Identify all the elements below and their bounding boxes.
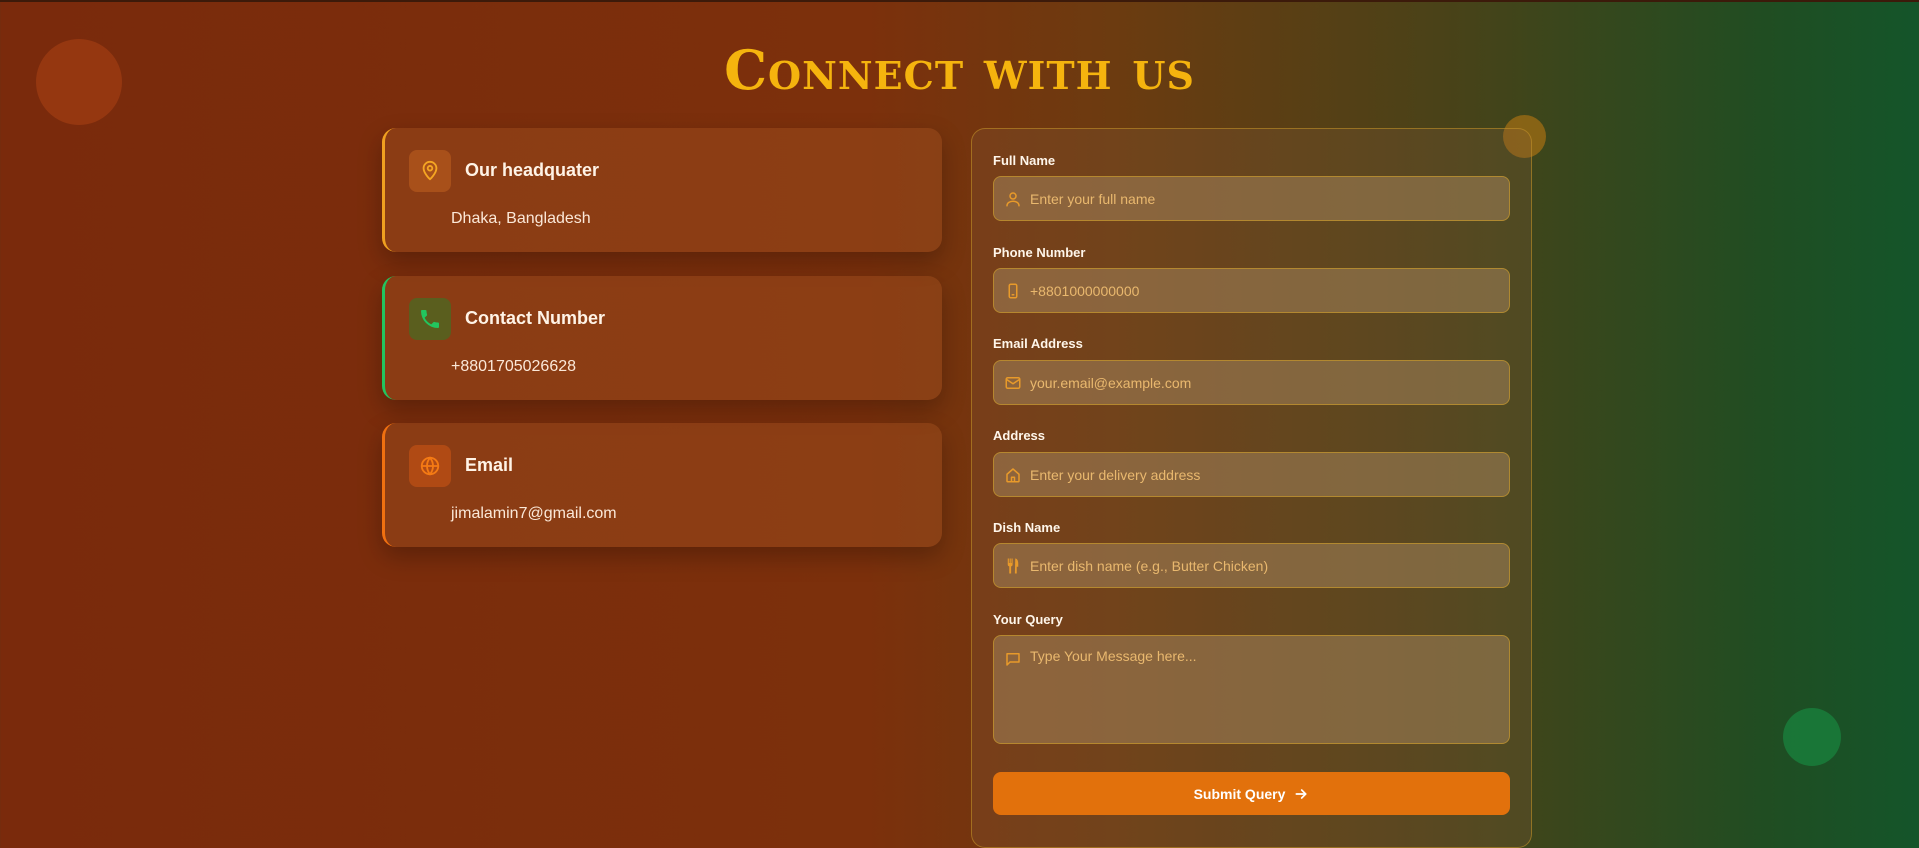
mail-icon [1005, 377, 1021, 389]
address-input[interactable] [1030, 453, 1499, 496]
email-label: Email Address [993, 336, 1083, 351]
contact-number-card: Contact Number +8801705026628 [382, 276, 942, 400]
phone-field[interactable] [993, 268, 1510, 313]
card-title: Contact Number [465, 308, 606, 328]
phone-label: Phone Number [993, 245, 1086, 260]
smartphone-icon [1008, 283, 1018, 299]
card-value: +8801705026628 [451, 358, 577, 375]
globe-icon [409, 445, 451, 487]
query-textarea[interactable] [1030, 648, 1499, 738]
utensils-icon [1007, 558, 1019, 574]
phone-input[interactable] [1030, 269, 1499, 312]
top-border [0, 0, 1919, 2]
query-field[interactable] [993, 635, 1510, 744]
address-field[interactable] [993, 452, 1510, 497]
dish-label: Dish Name [993, 520, 1061, 535]
card-value: jimalamin7@gmail.com [451, 505, 617, 522]
user-icon [1006, 192, 1020, 207]
submit-query-button[interactable]: Submit Query [993, 772, 1510, 815]
card-value: Dhaka, Bangladesh [451, 210, 591, 227]
message-icon [1006, 653, 1020, 666]
page-title: Connect with us [724, 38, 1195, 102]
decorative-circle [1783, 708, 1841, 766]
phone-icon [409, 298, 451, 340]
query-label: Your Query [993, 612, 1063, 627]
email-field[interactable] [993, 360, 1510, 405]
address-label: Address [993, 428, 1046, 443]
map-pin-icon [409, 150, 451, 192]
full-name-label: Full Name [993, 153, 1056, 168]
arrow-right-icon [1295, 788, 1307, 799]
card-title: Our headquater [465, 160, 600, 180]
full-name-field[interactable] [993, 176, 1510, 221]
full-name-input[interactable] [1030, 177, 1499, 220]
email-input[interactable] [1030, 361, 1499, 404]
home-icon [1006, 468, 1020, 483]
submit-label: Submit Query [1193, 785, 1286, 802]
dish-field[interactable] [993, 543, 1510, 588]
dish-input[interactable] [1030, 544, 1499, 587]
email-card: Email jimalamin7@gmail.com [382, 423, 942, 547]
card-title: Email [465, 455, 514, 475]
headquarter-card: Our headquater Dhaka, Bangladesh [382, 128, 942, 252]
